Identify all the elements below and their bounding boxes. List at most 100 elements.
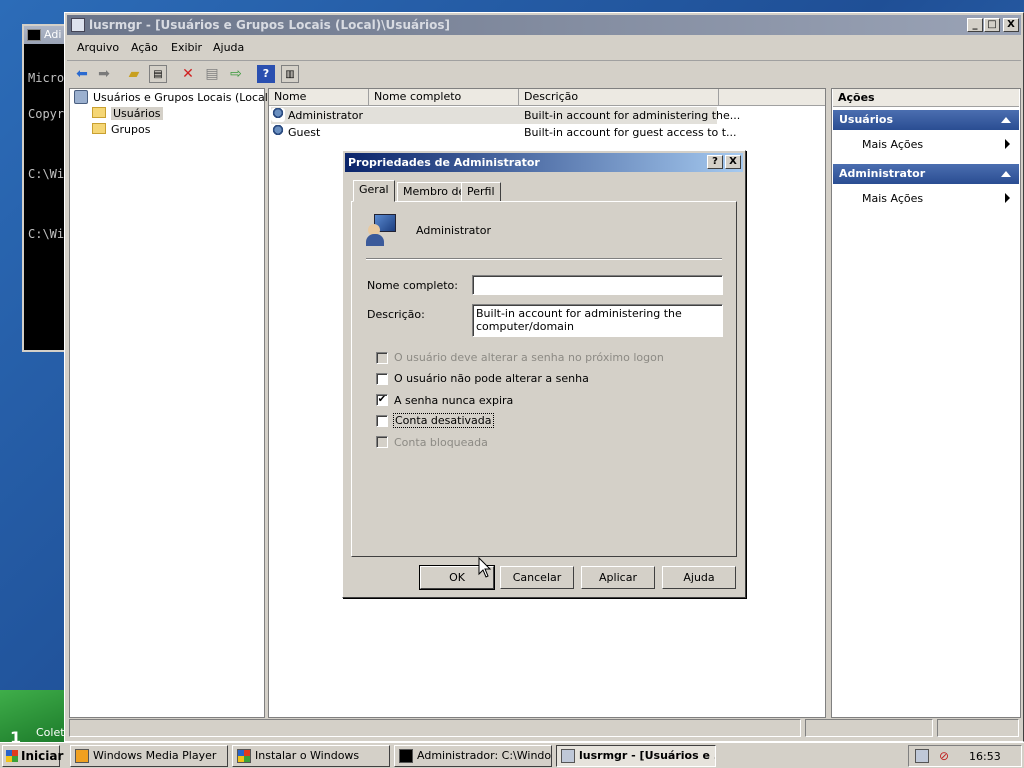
checkbox-label[interactable]: Conta desativada bbox=[393, 413, 494, 428]
user-icon bbox=[271, 108, 285, 122]
actions-section-usuarios[interactable]: Usuários bbox=[833, 110, 1019, 130]
full-name-label: Nome completo: bbox=[367, 279, 458, 292]
full-name-field[interactable] bbox=[472, 275, 723, 295]
help-icon[interactable]: ? bbox=[257, 65, 275, 83]
collapse-up-icon[interactable] bbox=[1001, 171, 1011, 177]
tab-geral[interactable]: Geral bbox=[353, 180, 395, 202]
tree-item-usuarios[interactable]: Usuários bbox=[92, 106, 163, 122]
dialog-close-button[interactable]: X bbox=[725, 155, 741, 169]
must-change-password-checkbox bbox=[376, 352, 388, 364]
show-hide-action-pane-icon[interactable]: ▥ bbox=[281, 65, 299, 83]
collapse-up-icon[interactable] bbox=[1001, 117, 1011, 123]
dialog-titlebar[interactable]: Propriedades de Administrator ? X bbox=[345, 153, 743, 172]
menu-exibir[interactable]: Exibir bbox=[171, 41, 202, 54]
tree-root[interactable]: Usuários e Grupos Locais (Local) bbox=[74, 90, 272, 106]
media-player-icon bbox=[75, 749, 89, 763]
cmd-line: Micro bbox=[28, 71, 65, 85]
start-button[interactable]: Iniciar bbox=[2, 745, 64, 767]
mmc-icon bbox=[71, 18, 85, 32]
desktop-icon-label[interactable]: Colet bbox=[36, 726, 65, 739]
back-arrow-icon[interactable]: ⬅ bbox=[73, 65, 91, 83]
status-panel bbox=[805, 719, 933, 737]
task-label: Instalar o Windows bbox=[255, 749, 360, 762]
delete-icon[interactable]: ✕ bbox=[179, 65, 197, 83]
minimize-button[interactable]: _ bbox=[967, 18, 983, 32]
task-instalar-windows[interactable]: Instalar o Windows bbox=[232, 745, 390, 767]
network-icon[interactable] bbox=[915, 749, 929, 763]
tree-item-grupos[interactable]: Grupos bbox=[92, 122, 150, 138]
more-actions-administrator[interactable]: Mais Ações bbox=[862, 192, 923, 205]
task-label: Windows Media Player bbox=[93, 749, 217, 762]
description-field[interactable]: Built-in account for administering the c… bbox=[472, 304, 723, 337]
cancel-button[interactable]: Cancelar bbox=[500, 566, 574, 589]
menu-bar: Arquivo Ação Exibir Ajuda bbox=[67, 37, 1021, 59]
show-hide-tree-icon[interactable]: ▤ bbox=[149, 65, 167, 83]
window-titlebar[interactable]: lusrmgr - [Usuários e Grupos Locais (Loc… bbox=[67, 15, 1021, 35]
start-label: Iniciar bbox=[21, 749, 64, 763]
menu-arquivo[interactable]: Arquivo bbox=[77, 41, 119, 54]
username-label: Administrator bbox=[416, 224, 491, 237]
help-button[interactable]: Ajuda bbox=[662, 566, 736, 589]
cannot-change-password-checkbox[interactable] bbox=[376, 373, 388, 385]
table-row[interactable]: Administrator Built-in account for admin… bbox=[271, 107, 740, 124]
cmd-icon bbox=[399, 749, 413, 763]
toolbar: ⬅ ➡ ▰ ▤ ✕ ▤ ⇨ ? ▥ bbox=[67, 60, 1021, 86]
export-list-icon[interactable]: ⇨ bbox=[227, 65, 245, 83]
cmd-icon bbox=[27, 29, 41, 41]
cmd-line: C:\Wi bbox=[28, 167, 65, 181]
menu-ajuda[interactable]: Ajuda bbox=[213, 41, 244, 54]
tree-item-label: Usuários bbox=[111, 107, 163, 120]
task-label: Administrador: C:\Windo... bbox=[417, 749, 552, 762]
status-panel bbox=[69, 719, 801, 737]
up-folder-icon[interactable]: ▰ bbox=[125, 65, 143, 83]
section-header-label: Administrator bbox=[839, 167, 926, 180]
row-description: Built-in account for guest access to t..… bbox=[524, 126, 737, 139]
column-header-nome[interactable]: Nome bbox=[269, 89, 369, 106]
dialog-help-button[interactable]: ? bbox=[707, 155, 723, 169]
column-header-filler bbox=[719, 89, 825, 106]
volume-muted-icon[interactable]: ⊘ bbox=[937, 749, 951, 763]
more-actions-usuarios[interactable]: Mais Ações bbox=[862, 138, 923, 151]
task-label: lusrmgr - [Usuários e ... bbox=[579, 749, 716, 762]
account-locked-checkbox bbox=[376, 436, 388, 448]
user-account-icon bbox=[366, 214, 396, 246]
actions-pane: Ações Usuários Mais Ações Administrator … bbox=[831, 88, 1021, 718]
tab-panel-geral: Administrator Nome completo: Descrição: … bbox=[351, 201, 737, 557]
properties-icon[interactable]: ▤ bbox=[203, 65, 221, 83]
cmd-line: Copyr bbox=[28, 107, 65, 121]
task-cmd[interactable]: Administrador: C:\Windo... bbox=[394, 745, 552, 767]
status-panel bbox=[937, 719, 1019, 737]
close-button[interactable]: X bbox=[1003, 18, 1019, 32]
actions-section-administrator[interactable]: Administrator bbox=[833, 164, 1019, 184]
checkbox-label[interactable]: A senha nunca expira bbox=[394, 394, 513, 407]
windows-logo-icon bbox=[6, 750, 18, 762]
maximize-button[interactable]: □ bbox=[984, 18, 1000, 32]
task-media-player[interactable]: Windows Media Player bbox=[70, 745, 228, 767]
folder-icon bbox=[92, 123, 106, 134]
cmd-output: Micro Copyr C:\Wi C:\Wi bbox=[28, 48, 64, 264]
account-disabled-checkbox[interactable] bbox=[376, 415, 388, 427]
cmd-line: C:\Wi bbox=[28, 227, 65, 241]
apply-button[interactable]: Aplicar bbox=[581, 566, 655, 589]
menu-acao[interactable]: Ação bbox=[131, 41, 158, 54]
actions-title: Ações bbox=[833, 89, 1019, 107]
column-header-nome-completo[interactable]: Nome completo bbox=[369, 89, 519, 106]
forward-arrow-icon[interactable]: ➡ bbox=[95, 65, 113, 83]
tab-perfil[interactable]: Perfil bbox=[461, 182, 501, 202]
checkbox-label[interactable]: O usuário não pode alterar a senha bbox=[394, 372, 589, 385]
column-header-descricao[interactable]: Descrição bbox=[519, 89, 719, 106]
tree-root-label: Usuários e Grupos Locais (Local) bbox=[93, 91, 273, 104]
user-icon bbox=[271, 125, 285, 139]
table-row[interactable]: Guest Built-in account for guest access … bbox=[271, 124, 737, 141]
password-never-expires-checkbox[interactable]: ✔ bbox=[376, 394, 388, 406]
row-name: Guest bbox=[288, 126, 321, 139]
folder-icon bbox=[92, 107, 106, 118]
row-name: Administrator bbox=[288, 109, 363, 122]
submenu-arrow-icon[interactable] bbox=[1005, 139, 1010, 149]
clock[interactable]: 16:53 bbox=[969, 750, 1001, 763]
task-lusrmgr[interactable]: lusrmgr - [Usuários e ... bbox=[556, 745, 716, 767]
properties-dialog: Propriedades de Administrator ? X Geral … bbox=[342, 150, 746, 598]
mmc-icon bbox=[561, 749, 575, 763]
submenu-arrow-icon[interactable] bbox=[1005, 193, 1010, 203]
status-bar bbox=[69, 719, 1019, 739]
